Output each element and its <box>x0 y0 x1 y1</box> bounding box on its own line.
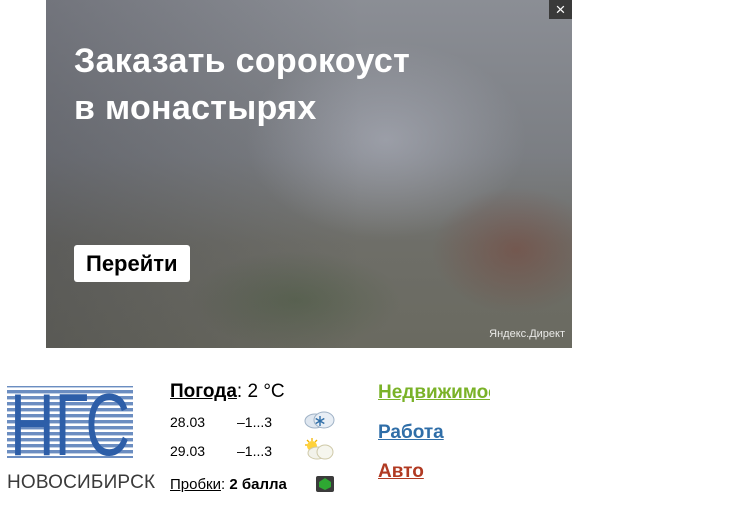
forecast-temp: –1...3 <box>237 443 273 459</box>
weather-current: Погода: 2 °C <box>170 381 285 403</box>
weather-current-temp: : 2 °C <box>236 381 285 402</box>
category-link-realty[interactable]: Недвижимость <box>378 382 490 404</box>
ad-title-line-1: Заказать сорокоуст <box>74 42 411 80</box>
ad-title-line-2: в монастырях <box>74 89 317 127</box>
forecast-temp: –1...3 <box>237 414 273 430</box>
category-link-auto[interactable]: Авто <box>378 461 424 483</box>
sun-cloud-icon <box>305 438 334 460</box>
traffic-info: Пробки: 2 балла <box>170 476 287 493</box>
traffic-score: 2 балла <box>229 476 287 493</box>
ngs-logo[interactable]: НГС <box>7 384 133 462</box>
ad-banner[interactable]: Заказать сорокоуст в монастырях Перейти … <box>46 0 572 348</box>
ngs-logo-graphic: НГС <box>7 384 133 462</box>
ad-close-icon[interactable]: × <box>549 0 572 19</box>
forecast-date: 28.03 <box>170 414 206 430</box>
traffic-status-icon <box>316 476 334 492</box>
forecast-date: 29.03 <box>170 443 206 459</box>
category-link-jobs[interactable]: Работа <box>378 422 444 444</box>
traffic-link[interactable]: Пробки <box>170 476 221 493</box>
city-name[interactable]: НОВОСИБИРСК <box>7 472 155 494</box>
ad-go-button[interactable]: Перейти <box>74 245 190 282</box>
snow-cloud-icon <box>304 411 335 429</box>
ad-source-label[interactable]: Яндекс.Директ <box>489 328 565 340</box>
weather-link[interactable]: Погода <box>170 381 237 402</box>
traffic-separator: : <box>221 476 226 493</box>
ad-title[interactable]: Заказать сорокоуст в монастырях <box>74 38 514 132</box>
